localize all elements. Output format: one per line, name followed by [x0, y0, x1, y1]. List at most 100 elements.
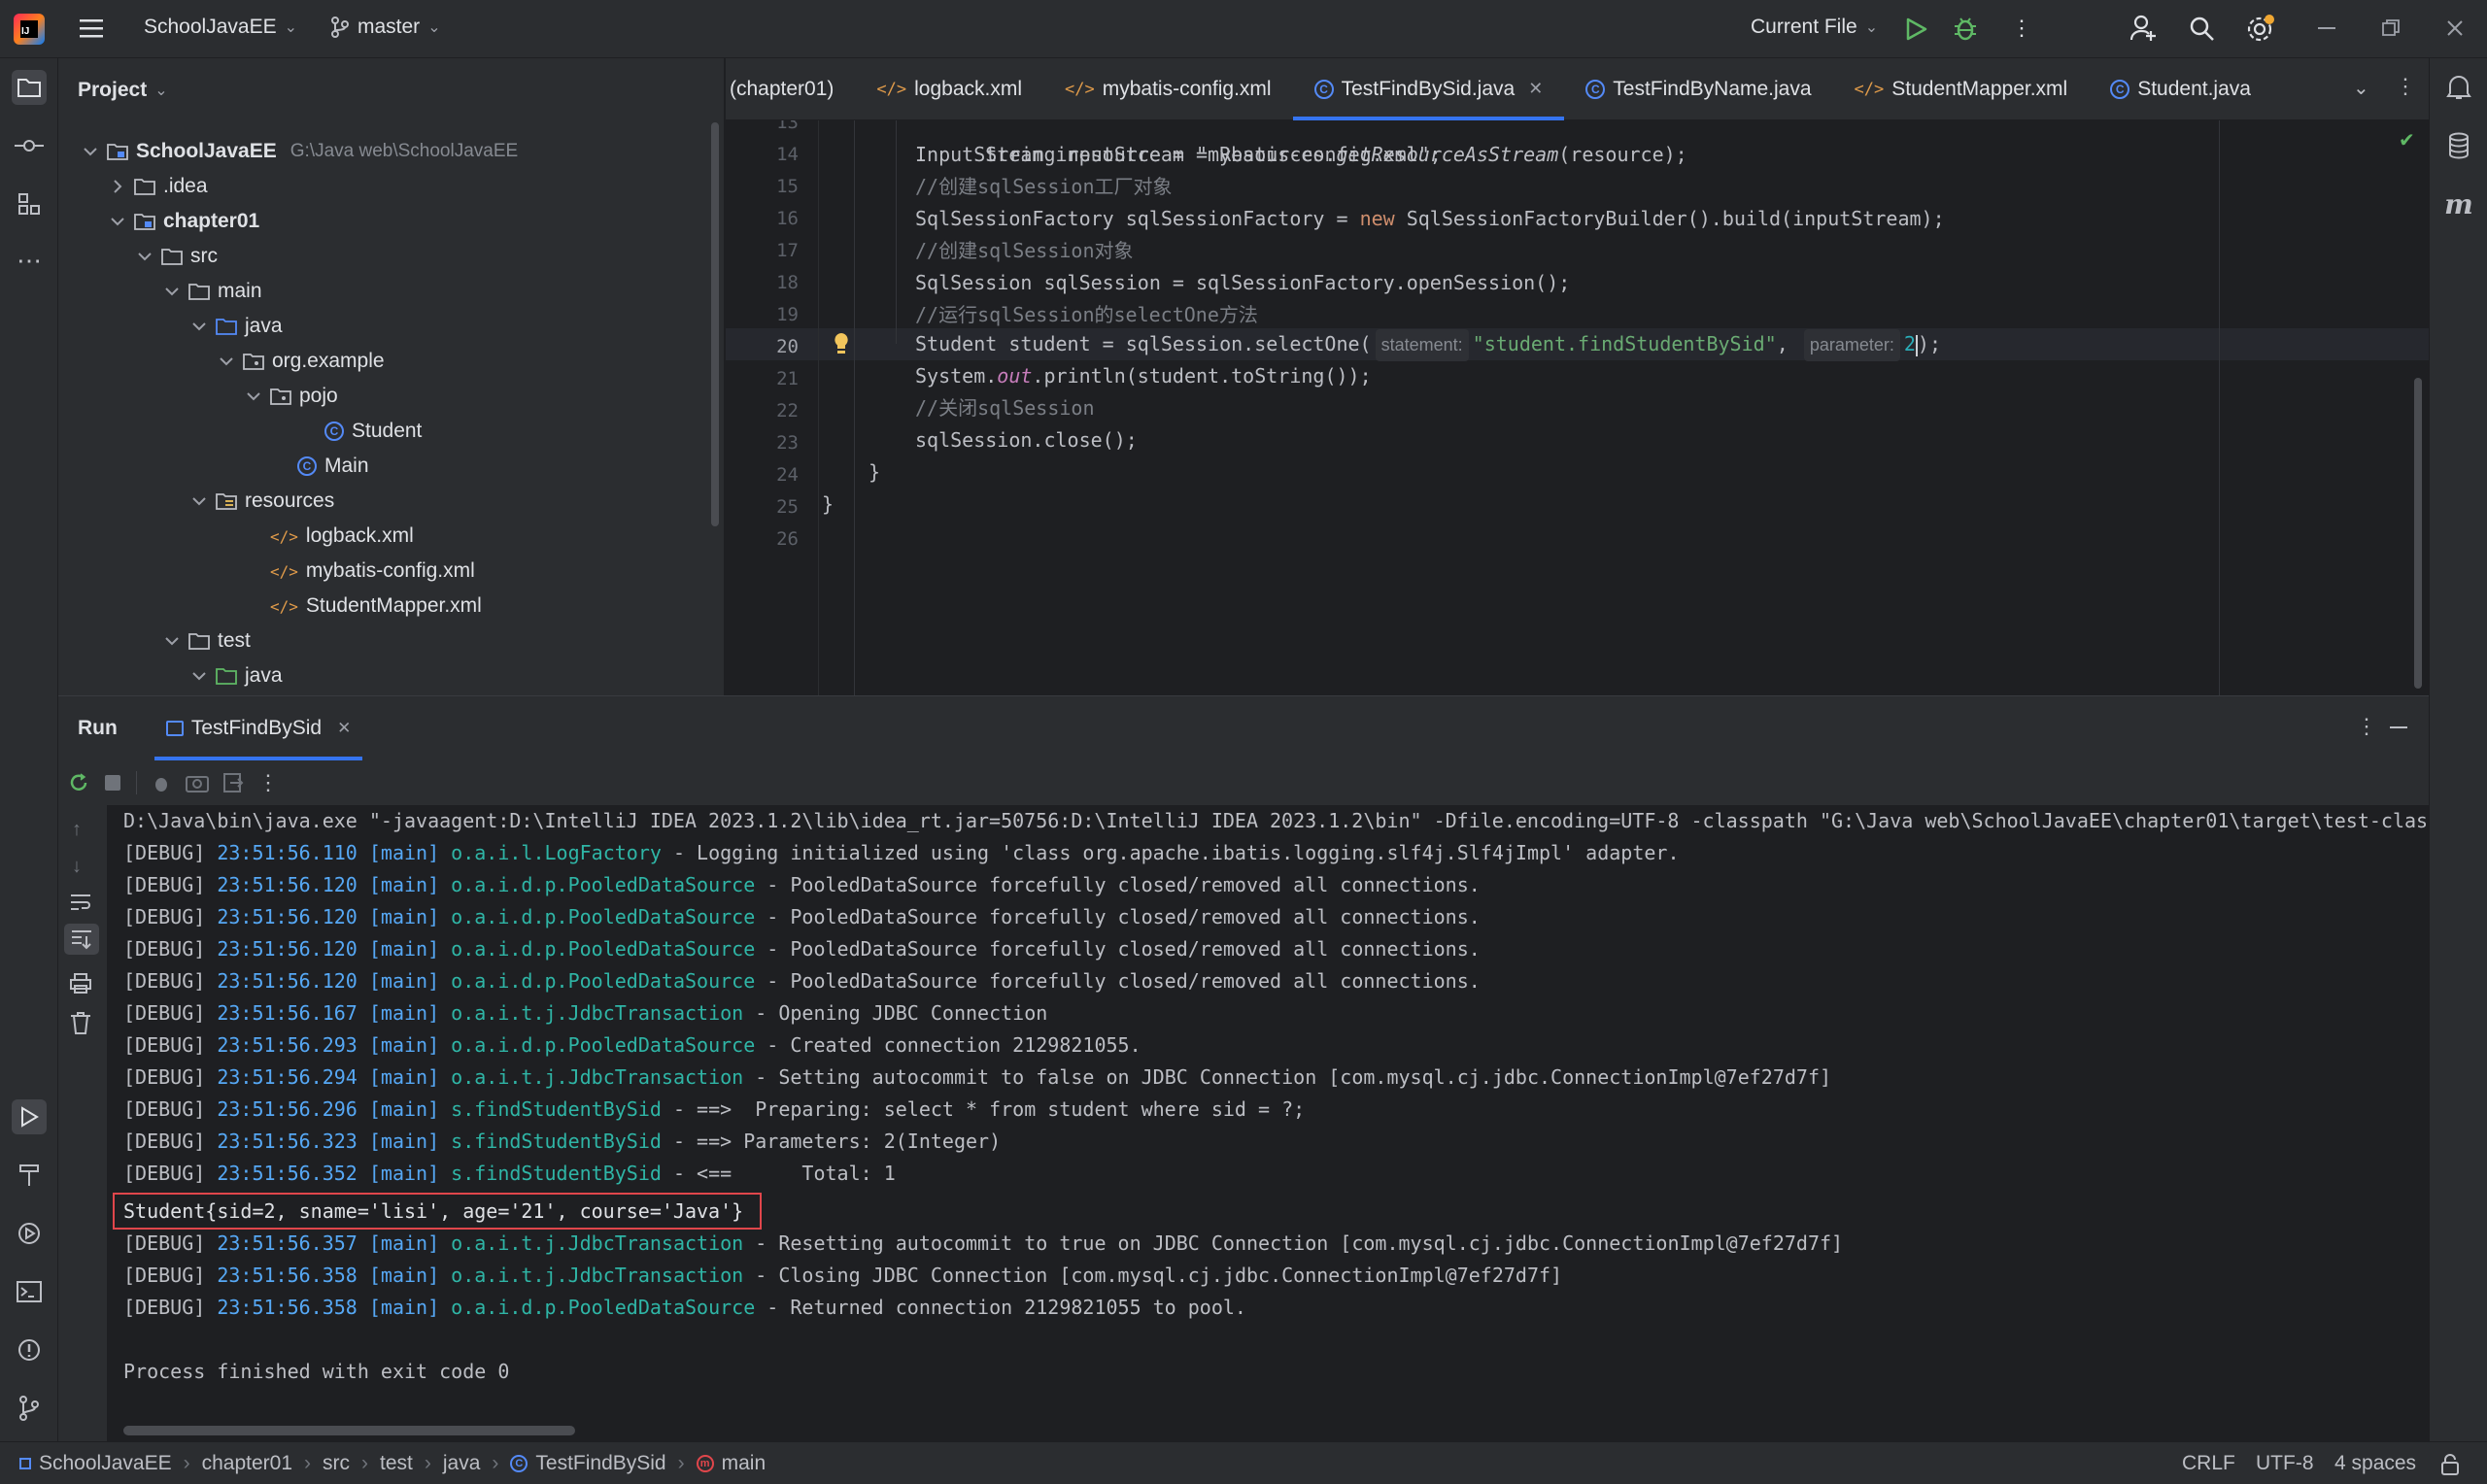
snapshot-icon[interactable] — [186, 773, 209, 793]
run-options-icon[interactable]: ⋮ — [2356, 714, 2377, 739]
structure-tool-icon[interactable] — [12, 186, 47, 221]
minimize-icon[interactable] — [2318, 27, 2335, 29]
breadcrumb-item[interactable]: test — [380, 1452, 413, 1475]
close-tab-icon[interactable]: ✕ — [337, 719, 351, 738]
commit-tool-icon[interactable] — [12, 128, 47, 163]
search-icon[interactable] — [2189, 16, 2216, 43]
close-window-icon[interactable] — [2446, 19, 2464, 37]
chevron-down-icon[interactable] — [163, 632, 181, 650]
project-panel-header[interactable]: Project ⌄ — [58, 58, 724, 122]
chevron-down-icon[interactable] — [109, 213, 126, 230]
chevron-down-icon[interactable] — [190, 318, 208, 335]
more-toolbar-icon[interactable]: ⋮ — [257, 770, 279, 795]
problems-tool-icon[interactable] — [12, 1332, 47, 1367]
run-tab-testfindbysid[interactable]: TestFindBySid ✕ — [153, 696, 363, 760]
tree-item-studentmapper-xml[interactable]: </> StudentMapper.xml — [245, 589, 482, 624]
tree-item-idea[interactable]: .idea — [109, 169, 208, 204]
run-panel-title[interactable]: Run — [78, 717, 118, 740]
chevron-down-icon[interactable] — [82, 143, 99, 160]
project-tool-icon[interactable] — [12, 70, 47, 105]
chevron-right-icon[interactable] — [109, 178, 126, 195]
breadcrumb-item[interactable]: src — [323, 1452, 350, 1475]
terminal-tool-icon[interactable] — [12, 1274, 47, 1309]
chevron-down-icon[interactable] — [136, 248, 153, 265]
tab-studentmapper-xml[interactable]: </> StudentMapper.xml — [1833, 58, 2090, 120]
line-separator-status[interactable]: CRLF — [2182, 1452, 2235, 1475]
run-tool-icon[interactable] — [12, 1099, 47, 1134]
tree-item-main[interactable]: main — [163, 274, 262, 309]
tab-student-java[interactable]: C Student.java — [2089, 58, 2272, 120]
more-tools-icon[interactable]: ⋯ — [12, 243, 47, 278]
debug-attach-icon[interactable] — [151, 772, 172, 793]
notifications-icon[interactable] — [2441, 70, 2476, 105]
exit-icon[interactable] — [222, 772, 244, 793]
database-icon[interactable] — [2441, 128, 2476, 163]
git-tool-icon[interactable] — [12, 1391, 47, 1426]
tabs-more-icon[interactable]: ⋮ — [2395, 74, 2416, 99]
console-hscrollbar[interactable] — [123, 1426, 575, 1435]
stop-icon[interactable] — [103, 773, 122, 793]
tree-item-project-root[interactable]: SchoolJavaEE G:\Java web\SchoolJavaEE — [82, 134, 518, 169]
tree-item-test[interactable]: test — [163, 624, 251, 658]
indent-status[interactable]: 4 spaces — [2334, 1452, 2416, 1475]
tree-item-logback-xml[interactable]: </> logback.xml — [245, 519, 414, 554]
tree-item-src[interactable]: src — [136, 239, 218, 274]
tree-item-org-example[interactable]: org.example — [218, 344, 385, 379]
log-msg: - PooledDataSource forcefully closed/rem… — [755, 937, 1481, 961]
tabs-dropdown-icon[interactable]: ⌄ — [2353, 76, 2369, 100]
run-icon[interactable] — [1904, 17, 1927, 42]
tab-testfindbysid-java[interactable]: C TestFindBySid.java ✕ — [1292, 58, 1565, 120]
restore-icon[interactable] — [2382, 19, 2400, 37]
more-actions-icon[interactable]: ⋮ — [2011, 17, 2032, 39]
encoding-status[interactable]: UTF-8 — [2256, 1452, 2314, 1475]
breadcrumb-item[interactable]: SchoolJavaEE — [19, 1452, 172, 1475]
rerun-icon[interactable] — [68, 772, 89, 793]
breadcrumb-item[interactable]: m main — [696, 1452, 766, 1475]
run-config-selector[interactable]: Current File ⌄ — [1751, 16, 1878, 39]
hide-panel-icon[interactable] — [2390, 726, 2407, 728]
breadcrumb-item[interactable]: chapter01 — [202, 1452, 292, 1475]
close-tab-icon[interactable]: ✕ — [1528, 79, 1543, 99]
tree-item-resources[interactable]: resources — [190, 484, 334, 519]
tree-item-test-java[interactable]: java — [190, 658, 283, 693]
debug-icon[interactable] — [1953, 15, 1978, 42]
tree-item-pojo[interactable]: pojo — [245, 379, 338, 414]
editor-scrollbar[interactable] — [2414, 378, 2422, 689]
app-logo-icon[interactable]: IJ — [14, 14, 45, 45]
tab-logback-xml[interactable]: </> logback.xml — [855, 58, 1043, 120]
tree-item-main-class[interactable]: C Main — [272, 449, 369, 484]
tree-item-student[interactable]: C Student — [299, 414, 422, 449]
breadcrumb-item[interactable]: C TestFindBySid — [510, 1452, 666, 1475]
chevron-down-icon[interactable] — [190, 667, 208, 685]
main-menu-icon[interactable] — [80, 17, 105, 39]
tree-item-mybatis-config-xml[interactable]: </> mybatis-config.xml — [245, 554, 475, 589]
clear-all-icon[interactable] — [70, 1011, 91, 1034]
console-output[interactable]: D:\Java\bin\java.exe "-javaagent:D:\Inte… — [107, 805, 2429, 1442]
tree-item-java[interactable]: java — [190, 309, 283, 344]
chevron-down-icon[interactable] — [245, 388, 262, 405]
build-tool-icon[interactable] — [12, 1158, 47, 1193]
maven-icon[interactable]: m — [2441, 186, 2476, 221]
scroll-down-icon[interactable]: ↓ — [72, 856, 82, 878]
breadcrumb-item[interactable]: java — [443, 1452, 481, 1475]
services-tool-icon[interactable] — [12, 1216, 47, 1251]
scroll-up-icon[interactable]: ↑ — [72, 819, 82, 841]
add-user-icon[interactable] — [2129, 14, 2159, 43]
settings-icon[interactable] — [2246, 14, 2275, 43]
chevron-down-icon[interactable] — [163, 283, 181, 300]
tab-mybatis-config-xml[interactable]: </> mybatis-config.xml — [1043, 58, 1293, 120]
tab-testfindbyname-java[interactable]: C TestFindByName.java — [1564, 58, 1832, 120]
project-scrollbar[interactable] — [711, 122, 719, 526]
chevron-down-icon[interactable] — [218, 353, 235, 370]
project-selector[interactable]: SchoolJavaEE ⌄ — [144, 16, 297, 39]
code-editor[interactable]: 13 14 15 16 17 18 19 20 21 22 23 24 25 26 ✔ String re… — [726, 120, 2429, 695]
intention-bulb-icon[interactable] — [833, 332, 850, 355]
tree-item-chapter01[interactable]: chapter01 — [109, 204, 259, 239]
print-icon[interactable] — [70, 972, 91, 994]
scroll-to-end-icon[interactable] — [64, 924, 99, 955]
tab-chapter01[interactable]: (chapter01) — [726, 58, 855, 120]
branch-selector[interactable]: master ⌄ — [330, 16, 441, 39]
lock-icon[interactable] — [2440, 1454, 2460, 1475]
chevron-down-icon[interactable] — [190, 492, 208, 510]
soft-wrap-icon[interactable] — [70, 893, 91, 912]
